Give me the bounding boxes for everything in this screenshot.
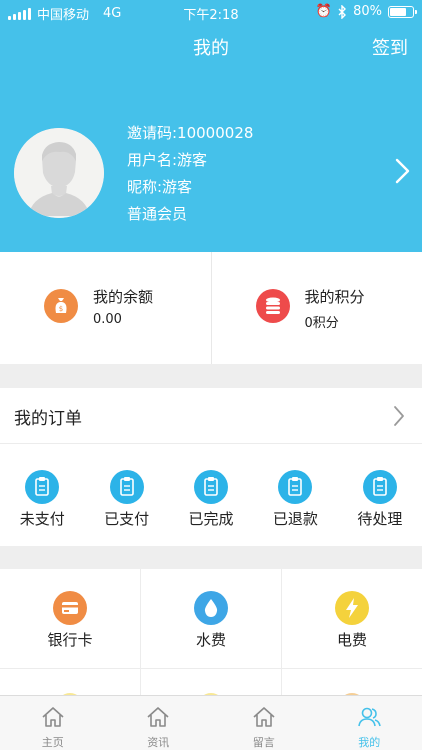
tab-label: 主页 bbox=[41, 736, 64, 749]
money-bag-icon: $ bbox=[44, 289, 78, 323]
profile-header: 中国移动 4G 下午2:18 ⏰ 80% 我的 签到 邀请码:10000028 … bbox=[0, 0, 422, 252]
orders-section: 我的订单 未支付 已支付 已完成 已退款 待处理 bbox=[0, 388, 422, 546]
clipboard-icon bbox=[278, 470, 313, 504]
balance-label: 我的余额 bbox=[93, 288, 154, 306]
water-drop-icon bbox=[194, 591, 228, 625]
clipboard-icon bbox=[25, 470, 60, 504]
tab-news[interactable]: 资讯 bbox=[106, 696, 212, 750]
order-unpaid[interactable]: 未支付 bbox=[0, 444, 84, 546]
order-completed[interactable]: 已完成 bbox=[169, 444, 253, 546]
service-label: 电费 bbox=[336, 631, 367, 649]
nickname: 昵称:游客 bbox=[127, 178, 193, 196]
coins-icon bbox=[255, 289, 290, 323]
home-icon bbox=[42, 707, 64, 727]
chevron-right-icon[interactable] bbox=[392, 158, 412, 184]
clipboard-icon bbox=[194, 470, 229, 504]
order-status-label: 已退款 bbox=[272, 510, 318, 528]
service-bank-card[interactable]: 银行卡 bbox=[0, 569, 140, 668]
clipboard-icon bbox=[362, 470, 397, 504]
points-card[interactable]: 我的积分 0积分 bbox=[210, 252, 422, 364]
lightning-icon bbox=[335, 591, 369, 625]
svg-text:$: $ bbox=[59, 305, 63, 313]
assets-row: $ 我的余额 0.00 我的积分 0积分 bbox=[0, 252, 422, 364]
order-status-label: 已支付 bbox=[104, 510, 150, 528]
service-electricity[interactable]: 电费 bbox=[281, 569, 422, 668]
status-bar: 中国移动 4G 下午2:18 ⏰ 80% bbox=[0, 0, 422, 24]
points-label: 我的积分 bbox=[304, 288, 365, 306]
profile-info: 邀请码:10000028 用户名:游客 昵称:游客 普通会员 bbox=[127, 120, 253, 228]
tab-label: 资讯 bbox=[147, 736, 170, 749]
tab-label: 留言 bbox=[252, 736, 275, 749]
battery-percent: 80% bbox=[353, 4, 382, 19]
tab-bar: 主页 资讯 留言 我的 bbox=[0, 695, 422, 750]
tab-messages[interactable]: 留言 bbox=[211, 696, 317, 750]
invite-code: 邀请码:10000028 bbox=[127, 124, 254, 142]
tab-home[interactable]: 主页 bbox=[0, 696, 106, 750]
balance-card[interactable]: $ 我的余额 0.00 bbox=[0, 252, 211, 364]
order-paid[interactable]: 已支付 bbox=[84, 444, 168, 546]
order-status-label: 未支付 bbox=[19, 510, 65, 528]
service-label: 水费 bbox=[195, 631, 226, 649]
username: 用户名:游客 bbox=[127, 151, 208, 169]
default-avatar-icon bbox=[14, 128, 104, 218]
chevron-right-icon bbox=[394, 406, 404, 426]
service-label: 银行卡 bbox=[47, 631, 93, 649]
orders-title: 我的订单 bbox=[14, 409, 82, 429]
signin-button[interactable]: 签到 bbox=[372, 34, 408, 60]
avatar[interactable] bbox=[14, 128, 104, 218]
tab-mine[interactable]: 我的 bbox=[317, 696, 422, 750]
order-status-label: 待处理 bbox=[357, 510, 403, 528]
order-status-list: 未支付 已支付 已完成 已退款 待处理 bbox=[0, 444, 422, 546]
orders-header[interactable]: 我的订单 bbox=[0, 388, 422, 444]
home-icon bbox=[147, 707, 169, 727]
alarm-icon: ⏰ bbox=[315, 4, 333, 19]
order-pending[interactable]: 待处理 bbox=[338, 444, 422, 546]
clipboard-icon bbox=[109, 470, 144, 504]
bank-card-icon bbox=[53, 591, 87, 625]
user-group-icon bbox=[358, 707, 382, 727]
home-icon bbox=[253, 707, 275, 727]
battery-icon bbox=[388, 5, 417, 18]
order-status-label: 已完成 bbox=[188, 510, 234, 528]
service-water[interactable]: 水费 bbox=[140, 569, 281, 668]
bluetooth-icon bbox=[338, 4, 347, 19]
services-grid: 银行卡 水费 电费 bbox=[0, 569, 422, 709]
order-refunded[interactable]: 已退款 bbox=[253, 444, 337, 546]
page-title: 我的 bbox=[193, 38, 229, 59]
member-level: 普通会员 bbox=[127, 205, 188, 223]
tab-label: 我的 bbox=[358, 736, 381, 749]
balance-value: 0.00 bbox=[93, 312, 122, 327]
points-value: 0积分 bbox=[304, 316, 339, 331]
